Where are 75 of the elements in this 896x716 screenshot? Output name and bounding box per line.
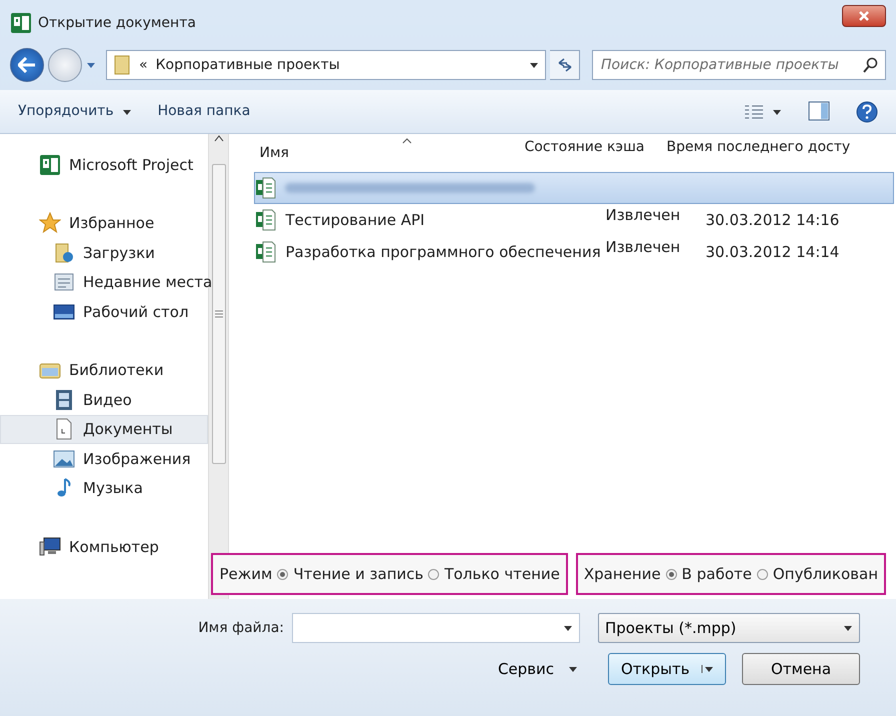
help-icon <box>856 100 878 122</box>
group-label: Режим <box>219 564 272 585</box>
radio-button[interactable] <box>756 568 768 580</box>
back-arrow-icon <box>18 57 36 73</box>
project-file-icon <box>255 209 278 231</box>
recent-places-icon <box>53 271 75 294</box>
star-icon <box>39 212 61 234</box>
picture-icon <box>53 448 75 470</box>
breadcrumb-chevron: « <box>139 56 148 74</box>
refresh-button[interactable] <box>550 50 580 80</box>
sidebar-item[interactable]: Библиотеки <box>0 356 208 385</box>
group-label: Хранение <box>584 564 661 585</box>
column-header[interactable]: Имя <box>229 142 524 164</box>
file-name: Разработка программного обеспечения <box>285 242 602 263</box>
radio-button[interactable] <box>666 568 677 580</box>
caret-icon <box>568 665 578 673</box>
file-row[interactable]: Тестирование API Извлечен 30.03.2012 14:16 <box>254 204 894 236</box>
cache-status: Извлечен <box>605 236 682 258</box>
window-title: Открытие документа <box>38 14 196 32</box>
breadcrumb-path: Корпоративные проекты <box>156 56 340 74</box>
folder-icon <box>113 54 131 76</box>
caret-icon[interactable] <box>529 61 539 69</box>
radio-button[interactable] <box>277 568 288 580</box>
close-button[interactable] <box>842 5 886 27</box>
tools-button[interactable]: Сервис <box>492 656 584 682</box>
sidebar-item[interactable]: Избранное <box>0 208 208 238</box>
refresh-icon <box>556 58 572 72</box>
sidebar-item[interactable]: Документы <box>0 414 208 444</box>
film-icon <box>53 388 75 411</box>
column-header[interactable]: Время последнего досту <box>666 136 850 158</box>
search-icon <box>863 57 879 73</box>
sidebar-item[interactable]: Музыка <box>0 474 208 503</box>
list-view-icon <box>744 104 764 120</box>
preview-pane-icon <box>808 101 830 122</box>
close-icon <box>858 10 870 22</box>
radio-label[interactable]: В работе <box>682 562 752 586</box>
sidebar-item[interactable]: Видео <box>0 385 208 414</box>
sidebar-item[interactable]: Компьютер <box>0 532 208 562</box>
radio-button[interactable] <box>428 568 440 580</box>
filename-field[interactable] <box>292 613 580 643</box>
organize-button[interactable]: Упорядочить <box>10 97 140 126</box>
search-field[interactable]: Поиск: Корпоративные проекты <box>592 50 886 80</box>
project-icon <box>39 154 61 176</box>
sidebar-item[interactable]: Microsoft Project <box>0 150 208 180</box>
project-file-icon <box>255 241 278 263</box>
access-time: 30.03.2012 14:16 <box>705 210 840 231</box>
sidebar-item[interactable]: Рабочий стол <box>0 297 208 326</box>
sidebar-item[interactable]: Загрузки <box>0 238 208 268</box>
caret-icon <box>772 108 782 116</box>
project-file-icon <box>255 177 278 199</box>
scroll-up-icon <box>214 134 224 142</box>
file-type-dropdown[interactable]: Проекты (*.mpp) <box>598 613 860 643</box>
caret-icon[interactable] <box>563 624 573 632</box>
folder-icon <box>53 242 75 264</box>
filename-label: Имя файла: <box>198 618 284 638</box>
grip-icon <box>214 310 223 318</box>
column-header[interactable]: Состояние кэша <box>524 136 666 158</box>
access-time: 30.03.2012 14:14 <box>705 242 840 263</box>
caret-icon <box>701 665 713 673</box>
caret-icon <box>122 108 132 116</box>
open-button[interactable]: Открыть <box>608 653 726 685</box>
cancel-button[interactable]: Отмена <box>742 653 860 685</box>
radio-label[interactable]: Опубликован <box>772 562 878 586</box>
sidebar-item[interactable]: Изображения <box>0 444 208 474</box>
radio-label[interactable]: Чтение и запись <box>293 562 424 586</box>
file-row[interactable]: Разработка программного обеспечения Извлечен 30.03.2012 14:14 <box>254 236 894 268</box>
project-icon <box>10 12 32 34</box>
address-bar[interactable]: « Корпоративные проекты <box>106 50 546 80</box>
caret-icon <box>843 624 853 632</box>
new-folder-button[interactable]: Новая папка <box>150 97 258 126</box>
file-name: Тестирование API <box>285 210 426 231</box>
radio-label[interactable]: Только чтение <box>444 562 560 586</box>
back-button[interactable] <box>10 48 44 82</box>
computer-icon <box>39 536 61 558</box>
cache-status: Извлечен <box>605 204 682 226</box>
